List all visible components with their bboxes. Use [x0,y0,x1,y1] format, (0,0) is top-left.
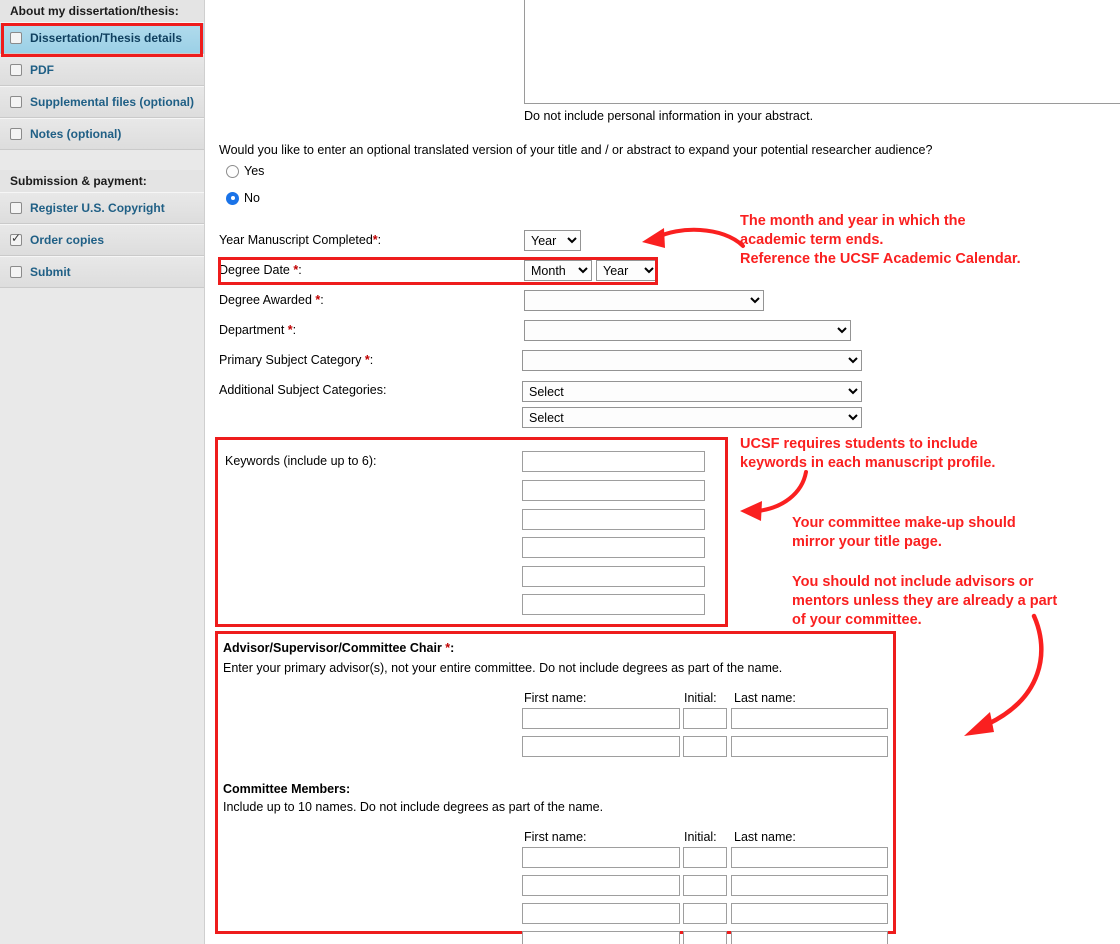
page-root: About my dissertation/thesis: Dissertati… [0,0,1120,944]
advisor-first-name-input-2[interactable] [522,736,680,757]
required-star: * [372,233,378,247]
committee-col-initial: Initial: [684,830,717,844]
abstract-helper-text: Do not include personal information in y… [524,109,814,123]
degree-date-year-select[interactable]: Year [596,260,658,281]
advisor-last-name-input-1[interactable] [731,708,888,729]
degree-awarded-label: Degree Awarded *: [219,293,324,307]
checkbox-pdf[interactable] [10,64,22,76]
committee-first-name-input-2[interactable] [522,875,680,896]
sidebar-item-label: Notes (optional) [30,127,122,141]
sidebar-item-pdf[interactable]: PDF [0,54,204,86]
required-star: * [364,353,370,367]
sidebar-item-notes[interactable]: Notes (optional) [0,118,204,150]
checkbox-submit[interactable] [10,266,22,278]
committee-col-first-name: First name: [524,830,587,844]
primary-subject-category-select[interactable] [522,350,862,371]
checkbox-supplemental-files[interactable] [10,96,22,108]
sidebar-heading-submission: Submission & payment: [0,170,204,192]
abstract-textarea[interactable] [524,0,1120,104]
advisor-heading: Advisor/Supervisor/Committee Chair *: [223,641,455,655]
checkbox-order-copies[interactable] [10,231,22,246]
committee-last-name-input-1[interactable] [731,847,888,868]
advisor-initial-input-1[interactable] [683,708,727,729]
advisor-note: Enter your primary advisor(s), not your … [223,661,783,675]
sidebar-heading-about: About my dissertation/thesis: [0,0,204,22]
annotation-degree-date: The month and year in which the academic… [740,213,1021,267]
primary-subject-category-label: Primary Subject Category *: [219,353,374,367]
keyword-input-3[interactable] [522,509,705,530]
committee-last-name-input-3[interactable] [731,903,888,924]
required-star: * [315,293,321,307]
sidebar-item-supplemental-files[interactable]: Supplemental files (optional) [0,86,204,118]
keyword-input-2[interactable] [522,480,705,501]
keyword-input-5[interactable] [522,566,705,587]
committee-members-heading: Committee Members: [223,782,351,796]
committee-col-last-name: Last name: [734,830,796,844]
sidebar-item-label: Order copies [30,233,105,247]
sidebar-item-label: Submit [30,265,71,279]
degree-date-month-select[interactable]: Month [524,260,592,281]
checkbox-register-copyright[interactable] [10,202,22,214]
sidebar-item-register-copyright[interactable]: Register U.S. Copyright [0,192,204,224]
sidebar-item-dissertation-thesis-details[interactable]: Dissertation/Thesis details [0,22,204,54]
checkbox-dissertation-thesis-details[interactable] [10,32,22,44]
radio-no-label: No [244,191,260,205]
committee-first-name-input-4[interactable] [522,931,680,944]
additional-subject-category-select-2[interactable]: Select [522,407,862,428]
arrow-to-committee [964,613,1044,736]
keywords-label: Keywords (include up to 6): [225,454,377,468]
advisor-first-name-input-1[interactable] [522,708,680,729]
advisor-col-first-name: First name: [524,691,587,705]
committee-first-name-input-1[interactable] [522,847,680,868]
advisor-col-initial: Initial: [684,691,717,705]
committee-initial-input-2[interactable] [683,875,727,896]
department-label: Department *: [219,323,297,337]
radio-option-yes[interactable]: Yes [226,164,264,178]
keyword-input-1[interactable] [522,451,705,472]
keyword-input-6[interactable] [522,594,705,615]
keyword-input-4[interactable] [522,537,705,558]
radio-option-no[interactable]: No [226,191,260,205]
committee-initial-input-4[interactable] [683,931,727,944]
required-star: * [293,263,299,277]
radio-yes-control[interactable] [226,164,239,178]
additional-subject-categories-label: Additional Subject Categories: [219,383,387,397]
sidebar-item-submit[interactable]: Submit [0,256,204,288]
committee-last-name-input-4[interactable] [731,931,888,944]
sidebar-item-label: PDF [30,63,54,77]
main-form: Do not include personal information in y… [206,0,1120,944]
sidebar-gap [0,150,204,170]
radio-yes-label: Yes [244,164,265,178]
translated-version-question: Would you like to enter an optional tran… [219,143,933,157]
sidebar-item-label: Supplemental files (optional) [30,95,195,109]
sidebar-item-label: Dissertation/Thesis details [30,31,183,45]
year-manuscript-completed-select[interactable]: Year [524,230,581,251]
annotation-committee-mirror: Your committee make-up should mirror you… [792,515,1016,550]
advisor-initial-input-2[interactable] [683,736,727,757]
committee-initial-input-1[interactable] [683,847,727,868]
advisor-col-last-name: Last name: [734,691,796,705]
committee-first-name-input-3[interactable] [522,903,680,924]
required-star: * [287,323,293,337]
committee-last-name-input-2[interactable] [731,875,888,896]
committee-members-note: Include up to 10 names. Do not include d… [223,800,604,814]
sidebar-item-label: Register U.S. Copyright [30,201,165,215]
radio-no-control[interactable] [226,191,239,205]
required-star: * [445,641,451,655]
degree-date-label: Degree Date *: [219,263,302,277]
committee-initial-input-3[interactable] [683,903,727,924]
checkbox-notes[interactable] [10,128,22,140]
sidebar-item-order-copies[interactable]: Order copies [0,224,204,256]
arrow-to-degree-date [642,227,745,248]
year-manuscript-completed-label: Year Manuscript Completed*: [219,233,382,247]
advisor-last-name-input-2[interactable] [731,736,888,757]
sidebar: About my dissertation/thesis: Dissertati… [0,0,205,944]
degree-awarded-select[interactable] [524,290,764,311]
additional-subject-category-select-1[interactable]: Select [522,381,862,402]
department-select[interactable] [524,320,851,341]
